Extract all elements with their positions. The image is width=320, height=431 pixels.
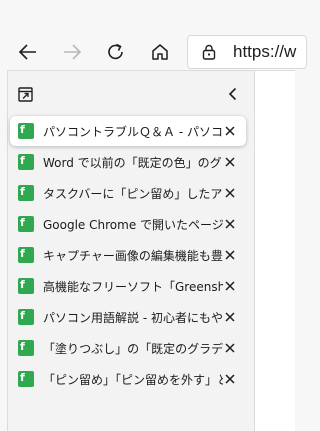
- close-tab-icon[interactable]: [223, 155, 237, 169]
- home-icon: [152, 44, 168, 60]
- close-tab-icon[interactable]: [223, 279, 237, 293]
- tab-item[interactable]: f タスクバーに「ピン留め」したアプリをショー: [10, 178, 246, 208]
- site-favicon-icon: f: [18, 309, 34, 325]
- site-favicon-icon: f: [18, 247, 34, 263]
- tab-item[interactable]: f 「ピン留め」「ピン留めを外す」とは - パ: [10, 364, 246, 394]
- tab-title: Word で以前の「既定の色」のグラデーション: [43, 156, 223, 170]
- forward-arrow-icon: [64, 44, 82, 60]
- back-arrow-icon: [18, 44, 36, 60]
- tab-title: タスクバーに「ピン留め」したアプリをショー: [43, 187, 223, 201]
- tab-item[interactable]: f Google Chrome で開いたページの URL: [10, 209, 246, 239]
- refresh-icon: [108, 43, 123, 60]
- close-tab-icon[interactable]: [223, 372, 237, 386]
- tab-item[interactable]: f パソコン用語解説 - 初心者にもやさしい: [10, 302, 246, 332]
- tab-item[interactable]: f キャプチャー画像の編集機能も豊富な: [10, 240, 246, 270]
- tab-item[interactable]: f 高機能なフリーソフト「Greenshot」で: [10, 271, 246, 301]
- tab-title: 「塗りつぶし」の「既定のグラデーション: [43, 342, 223, 356]
- tab-title: 高機能なフリーソフト「Greenshot」で: [43, 280, 223, 294]
- site-favicon-icon: f: [18, 216, 34, 232]
- tab-title: パソコン用語解説 - 初心者にもやさしい: [43, 311, 223, 325]
- vertical-tabs-pane: f パソコントラブルＱ＆Ａ - パソコントラブル f Word で以前の「既定の色」の…: [7, 70, 255, 431]
- site-favicon-icon: f: [18, 123, 34, 139]
- tab-title: パソコントラブルＱ＆Ａ - パソコントラブル: [43, 125, 223, 139]
- home-button[interactable]: [143, 35, 177, 69]
- close-tab-icon[interactable]: [223, 186, 237, 200]
- tab-item[interactable]: f Word で以前の「既定の色」のグラデーション: [10, 147, 246, 177]
- close-tab-icon[interactable]: [223, 217, 237, 231]
- tab-title: Google Chrome で開いたページの URL: [43, 218, 223, 232]
- site-favicon-icon: f: [18, 278, 34, 294]
- close-tab-icon[interactable]: [223, 124, 237, 138]
- close-tab-icon[interactable]: [223, 248, 237, 262]
- tab-item-active[interactable]: f パソコントラブルＱ＆Ａ - パソコントラブル: [10, 116, 246, 146]
- browser-toolbar: https://w: [0, 0, 307, 70]
- tab-title: キャプチャー画像の編集機能も豊富な: [43, 249, 223, 263]
- vertical-tabs-header: [8, 71, 254, 115]
- close-tab-icon[interactable]: [223, 310, 237, 324]
- site-favicon-icon: f: [18, 340, 34, 356]
- tab-title: 「ピン留め」「ピン留めを外す」とは - パ: [43, 373, 223, 387]
- page-content: [255, 70, 295, 431]
- site-favicon-icon: f: [18, 154, 34, 170]
- lock-icon: [202, 44, 216, 60]
- site-favicon-icon: f: [18, 371, 34, 387]
- tab-actions-menu-icon[interactable]: [18, 87, 33, 102]
- tab-item[interactable]: f 「塗りつぶし」の「既定のグラデーション: [10, 333, 246, 363]
- forward-button[interactable]: [55, 35, 89, 69]
- close-tab-icon[interactable]: [223, 341, 237, 355]
- site-favicon-icon: f: [18, 185, 34, 201]
- back-button[interactable]: [11, 35, 45, 69]
- address-url: https://w: [233, 42, 297, 61]
- refresh-button[interactable]: [99, 35, 133, 69]
- collapse-pane-icon[interactable]: [224, 85, 242, 103]
- address-bar[interactable]: https://w: [187, 35, 307, 69]
